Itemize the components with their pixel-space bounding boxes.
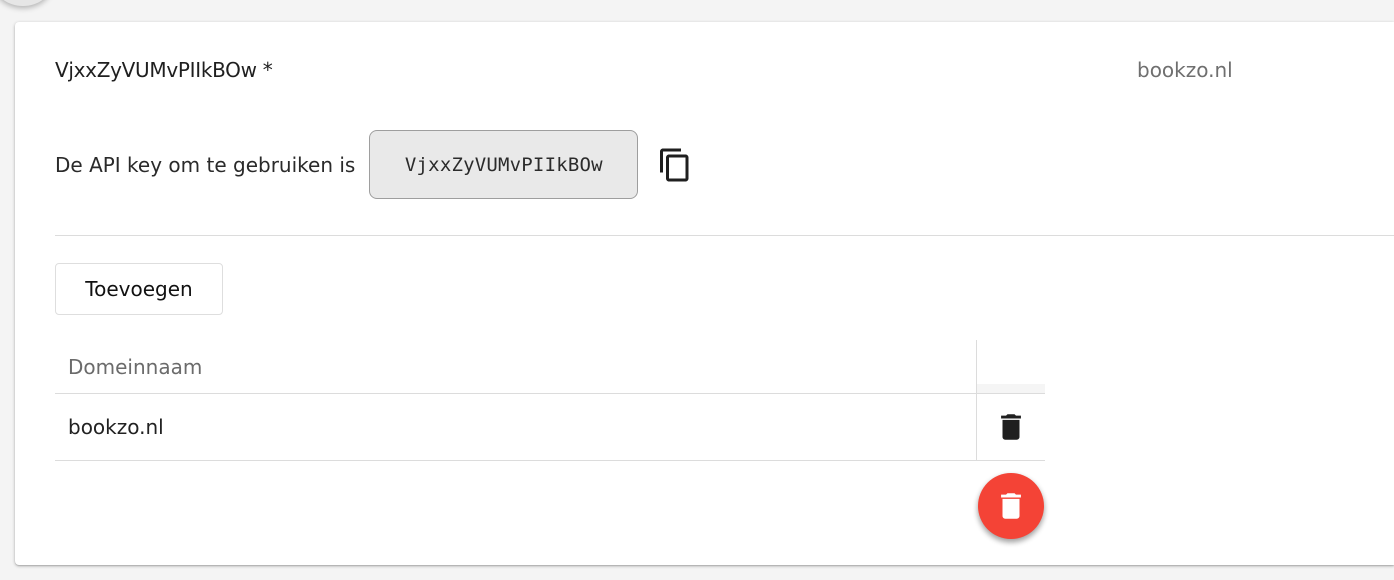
section-divider xyxy=(55,235,1394,236)
api-key-card: VjxxZyVUMvPIIkBOw * bookzo.nl De API key… xyxy=(15,22,1394,565)
delete-icon xyxy=(1001,493,1021,519)
copy-button[interactable] xyxy=(655,145,695,185)
column-header-domain: Domeinnaam xyxy=(55,340,977,393)
api-key-title: VjxxZyVUMvPIIkBOw * xyxy=(55,58,273,82)
api-key-value[interactable]: VjxxZyVUMvPIIkBOw xyxy=(369,130,639,199)
delete-icon xyxy=(1001,414,1021,440)
domain-summary: bookzo.nl xyxy=(1137,58,1233,82)
delete-row-button[interactable] xyxy=(977,394,1045,460)
column-header-actions xyxy=(977,340,1045,393)
delete-api-key-button[interactable] xyxy=(978,473,1044,539)
api-key-row: De API key om te gebruiken is VjxxZyVUMv… xyxy=(55,129,695,200)
floating-action-edge xyxy=(0,0,52,6)
domain-cell: bookzo.nl xyxy=(55,394,977,460)
api-key-label: De API key om te gebruiken is xyxy=(55,152,356,177)
add-domain-button[interactable]: Toevoegen xyxy=(55,263,223,315)
domain-table: Domeinnaam bookzo.nl xyxy=(55,340,1045,461)
copy-icon xyxy=(660,148,689,181)
table-header-row: Domeinnaam xyxy=(55,340,1045,394)
table-row: bookzo.nl xyxy=(55,394,1045,461)
